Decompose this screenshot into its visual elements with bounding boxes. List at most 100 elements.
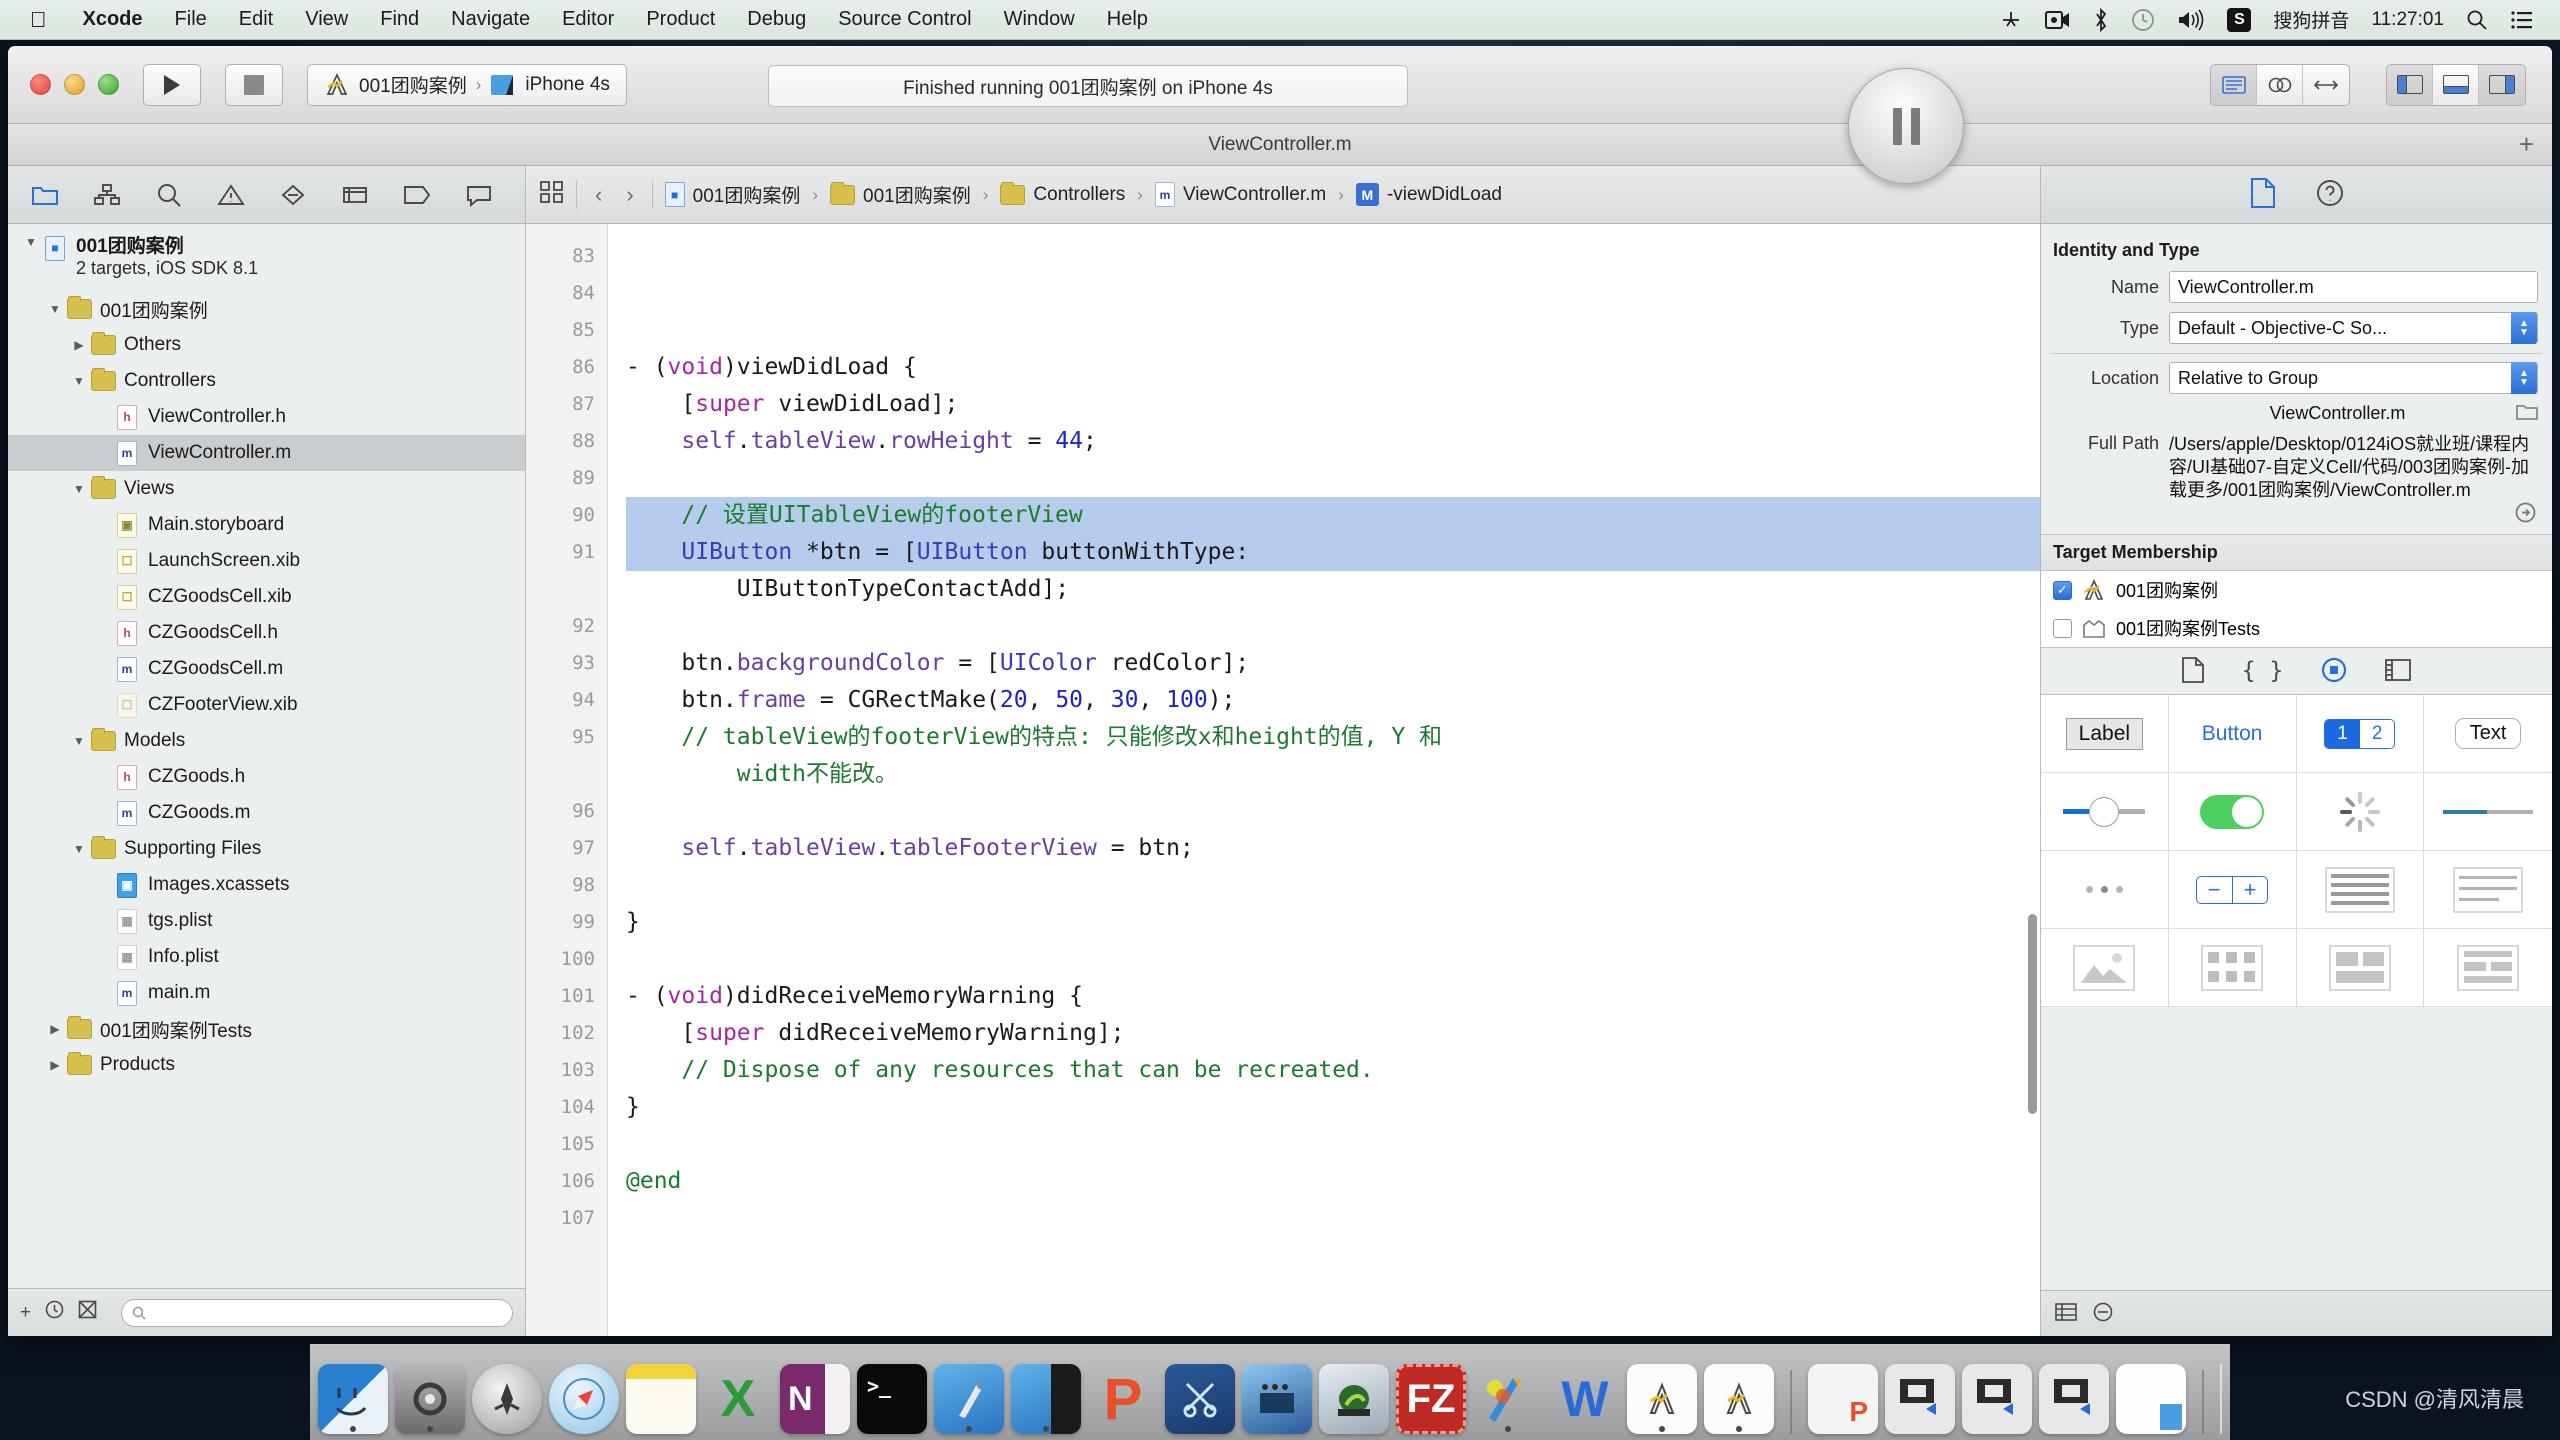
code-line[interactable] <box>626 867 2040 904</box>
code-line[interactable]: // tableView的footerView的特点: 只能修改x和height… <box>626 719 2040 756</box>
input-method-label[interactable]: 搜狗拼音 <box>2273 6 2349 33</box>
file-inspector-icon[interactable] <box>2250 178 2276 211</box>
code-line[interactable]: - (void)didReceiveMemoryWarning { <box>626 978 2040 1015</box>
dock-recent-pdf[interactable]: P <box>1808 1364 1878 1434</box>
menu-bar-clock[interactable]: 11:27:01 <box>2371 9 2444 31</box>
library-item-stepper[interactable]: − + <box>2168 851 2297 930</box>
folder-choose-icon[interactable] <box>2516 403 2538 424</box>
dock-item-preview-b[interactable] <box>1704 1364 1774 1434</box>
code-line[interactable] <box>626 275 2040 312</box>
code-line[interactable]: UIButtonTypeContactAdd]; <box>626 571 2040 608</box>
project-navigator-icon[interactable] <box>14 173 76 217</box>
code-line[interactable] <box>626 941 2040 978</box>
code-line[interactable]: [super didReceiveMemoryWarning]; <box>626 1015 2040 1052</box>
utilities-toggle-icon[interactable] <box>2479 64 2525 105</box>
scheme-selector[interactable]: 001团购案例 › iPhone 4s <box>307 63 627 106</box>
navigator-row-file[interactable]: m main.m <box>8 975 525 1011</box>
media-library-icon[interactable] <box>2385 658 2412 684</box>
library-item-progress-view[interactable] <box>2424 773 2552 852</box>
breadcrumb-project[interactable]: ■ 001团购案例 <box>664 181 800 208</box>
screen-record-icon[interactable] <box>2045 10 2071 30</box>
dock-item-onenote[interactable]: N <box>780 1364 850 1434</box>
navigator-row-file[interactable]: m CZGoodsCell.m <box>8 651 525 687</box>
navigator-row-file[interactable]: ☐ CZGoodsCell.xib <box>8 579 525 615</box>
navigator-row-group[interactable]: ▼ Views <box>8 471 525 507</box>
menu-item-debug[interactable]: Debug <box>731 8 822 31</box>
version-editor-icon[interactable] <box>2303 65 2349 105</box>
dock-item-preview-a[interactable] <box>1627 1364 1697 1434</box>
menu-item-xcode[interactable]: Xcode <box>67 8 159 31</box>
standard-editor-icon[interactable] <box>2211 64 2257 105</box>
navigator-row-group[interactable]: ▶ Others <box>8 327 525 363</box>
library-item-collection-reusable-view[interactable] <box>2424 929 2552 1008</box>
dock-recent-screen-2[interactable] <box>1962 1364 2032 1434</box>
object-library-icon[interactable] <box>2321 657 2347 686</box>
navigator-row-group[interactable]: ▶ Products <box>8 1047 525 1083</box>
minimize-window-button[interactable] <box>64 74 85 95</box>
code-line[interactable] <box>626 238 2040 275</box>
run-button[interactable] <box>143 63 201 106</box>
code-line[interactable] <box>626 793 2040 830</box>
clock-icon[interactable] <box>45 1300 64 1325</box>
breadcrumb-controllers[interactable]: Controllers <box>1000 181 1125 206</box>
code-line[interactable] <box>626 460 2040 497</box>
location-select[interactable]: Relative to Group ▲ ▼ <box>2169 362 2538 394</box>
navigator-row-group[interactable]: ▼ Models <box>8 723 525 759</box>
menu-item-help[interactable]: Help <box>1091 8 1164 31</box>
target-checkbox[interactable] <box>2053 618 2072 638</box>
library-item-collection-view-cell[interactable] <box>2296 929 2425 1008</box>
dock-item-xcode-beta[interactable] <box>1011 1364 1081 1434</box>
library-item-label[interactable]: Label <box>2041 695 2169 774</box>
library-item-activity-indicator[interactable] <box>2296 773 2425 852</box>
code-line[interactable]: UIButton *btn = [UIButton buttonWithType… <box>626 534 2040 571</box>
dock-item-quicktime[interactable] <box>1242 1364 1312 1434</box>
target-row[interactable]: ✓ 001团购案例 <box>2041 571 2552 609</box>
code-line[interactable]: btn.backgroundColor = [UIColor redColor]… <box>626 645 2040 682</box>
navigator-row-group[interactable]: ▶ 001团购案例Tests <box>8 1011 525 1047</box>
code-line[interactable]: self.tableView.rowHeight = 44; <box>626 423 2040 460</box>
dock-item-xcode[interactable] <box>934 1364 1004 1434</box>
close-window-button[interactable] <box>30 74 51 95</box>
menu-item-file[interactable]: File <box>159 8 223 31</box>
chevron-right-icon[interactable]: ▶ <box>68 338 90 352</box>
navigator-row-file[interactable]: ▣ Main.storyboard <box>8 507 525 543</box>
forward-button[interactable]: › <box>620 182 639 208</box>
dock-item-stickies[interactable] <box>626 1364 696 1434</box>
target-checkbox[interactable]: ✓ <box>2053 580 2072 600</box>
project-navigator-tree[interactable]: ▼ ■ 001团购案例 2 targets, iOS SDK 8.1 ▼ 001团购案例 ▶… <box>8 224 525 1288</box>
menu-item-find[interactable]: Find <box>364 8 435 31</box>
object-library-grid[interactable]: Label Button 1 2 Text − + <box>2041 695 2552 1008</box>
library-item-text-field[interactable]: Text <box>2424 695 2552 774</box>
dock-item-safari[interactable] <box>549 1364 619 1434</box>
quick-help-icon[interactable] <box>2316 179 2344 210</box>
report-navigator-icon[interactable] <box>448 173 510 217</box>
search-icon[interactable] <box>2466 9 2488 31</box>
add-tab-button[interactable]: + <box>2519 129 2534 160</box>
navigator-row-file[interactable]: ▼ ■ 001团购案例 2 targets, iOS SDK 8.1 <box>8 233 525 291</box>
navigator-row-file[interactable]: h CZGoods.h <box>8 759 525 795</box>
code-line[interactable]: } <box>626 904 2040 941</box>
name-input[interactable]: ViewController.m <box>2169 271 2538 303</box>
input-method-badge[interactable]: S <box>2227 7 2252 32</box>
trash-icon[interactable] <box>2220 1364 2222 1434</box>
dock-item-thunder[interactable] <box>1319 1364 1389 1434</box>
find-navigator-icon[interactable] <box>138 173 200 217</box>
test-navigator-icon[interactable] <box>262 173 324 217</box>
type-select[interactable]: Default - Objective-C So... ▲ ▼ <box>2169 312 2538 344</box>
chevron-down-icon[interactable]: ▼ <box>68 482 90 496</box>
dock-item-terminal[interactable]: >_ <box>857 1364 927 1434</box>
issue-navigator-icon[interactable] <box>200 173 262 217</box>
chevron-down-icon[interactable]: ▼ <box>68 842 90 856</box>
navigator-row-file[interactable]: ▦ tgs.plist <box>8 903 525 939</box>
code-line[interactable]: btn.frame = CGRectMake(20, 50, 30, 100); <box>626 682 2040 719</box>
navigator-toggle-icon[interactable] <box>2387 64 2433 105</box>
chevron-down-icon[interactable]: ▼ <box>68 734 90 748</box>
chevron-down-icon[interactable]: ▼ <box>44 302 66 316</box>
reveal-in-finder-icon[interactable] <box>2515 502 2536 526</box>
volume-icon[interactable] <box>2177 9 2205 31</box>
library-item-table-view[interactable] <box>2296 851 2425 930</box>
navigator-row-group[interactable]: ▼ Controllers <box>8 363 525 399</box>
chevron-down-icon[interactable]: ▼ <box>68 374 90 388</box>
breadcrumb-method[interactable]: M -viewDidLoad <box>1355 183 1502 206</box>
code-line[interactable]: self.tableView.tableFooterView = btn; <box>626 830 2040 867</box>
